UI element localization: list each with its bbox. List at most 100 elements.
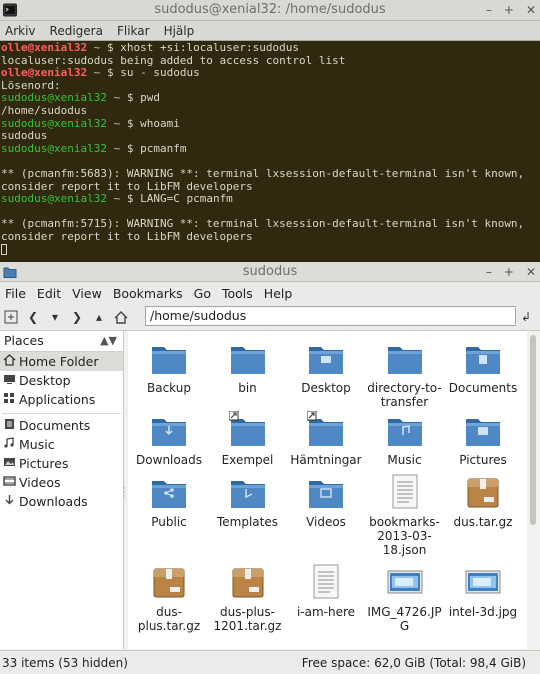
sidebar-item-label: Downloads (19, 494, 88, 509)
folder-icon (150, 411, 188, 449)
file-item-label: Music (387, 453, 422, 467)
file-item[interactable]: IMG_4726.JPG (366, 563, 444, 633)
prompt-command: su - sudodus (120, 66, 200, 80)
file-item-label: Downloads (136, 453, 202, 467)
up-icon[interactable]: ▴ (88, 306, 110, 328)
places-header-label: Places (4, 333, 44, 348)
file-item-label: Public (151, 515, 187, 529)
terminal-line: consider report it to LibFM developers (1, 229, 253, 243)
folder-icon (386, 411, 424, 449)
file-item-label: dus.tar.gz (453, 515, 513, 529)
menu-bookmarks[interactable]: Bookmarks (113, 286, 183, 301)
back-icon[interactable]: ❮ (22, 306, 44, 328)
folder-icon (306, 410, 345, 449)
go-icon[interactable]: ↲ (515, 306, 537, 328)
terminal-output[interactable]: olle@xenial32 ~ $ xhost +si:localuser:su… (0, 41, 540, 257)
file-view-scrollbar[interactable] (527, 331, 540, 649)
file-item[interactable]: Videos (287, 473, 365, 529)
menu-flikar[interactable]: Flikar (117, 24, 150, 38)
home-icon (3, 354, 16, 369)
file-item[interactable]: Music (366, 411, 444, 467)
path-input[interactable]: /home/sudodus (145, 306, 516, 326)
text-file-icon (386, 473, 424, 511)
file-item-label: IMG_4726.JPG (367, 605, 442, 633)
music-icon (3, 437, 16, 452)
file-view[interactable]: Backup bin Desktop directory-to-transfer Doc… (128, 331, 527, 649)
sidebar-item-home-folder[interactable]: Home Folder (0, 352, 123, 371)
prompt-command: whoami (140, 116, 180, 130)
file-item[interactable]: dus-plus-1201.tar.gz (209, 563, 287, 633)
sidebar-item-videos[interactable]: Videos (0, 473, 123, 492)
file-item-label: Templates (216, 515, 278, 529)
file-item[interactable]: Backup (130, 339, 208, 395)
sidebar-item-desktop[interactable]: Desktop (0, 371, 123, 390)
file-item-label: Documents (448, 381, 518, 395)
file-item[interactable]: Public (130, 473, 208, 529)
file-item[interactable]: directory-to-transfer (366, 339, 444, 409)
menu-file[interactable]: File (5, 286, 26, 301)
sidebar-item-documents[interactable]: Documents (0, 416, 123, 435)
file-item[interactable]: intel-3d.jpg (444, 563, 522, 619)
places-dropdown-icon[interactable]: ▲▼ (100, 331, 117, 351)
home-icon[interactable] (110, 306, 132, 328)
sidebar-item-music[interactable]: Music (0, 435, 123, 454)
sidebar-item-applications[interactable]: Applications (0, 390, 123, 409)
file-item-label: Backup (147, 381, 191, 395)
videos-icon (3, 475, 16, 490)
prompt-command: pcmanfm (140, 141, 187, 155)
file-item[interactable]: Hämtningar (287, 410, 365, 467)
scrollbar-thumb[interactable] (530, 335, 536, 525)
sidebar-item-downloads[interactable]: Downloads (0, 492, 123, 511)
menu-redigera[interactable]: Redigera (50, 24, 103, 38)
pictures-icon (3, 456, 16, 471)
fm-titlebar[interactable]: sudodus – + ✕ (0, 262, 540, 282)
file-item[interactable]: Downloads (130, 411, 208, 467)
file-item[interactable]: Documents (444, 339, 522, 395)
file-item[interactable]: Desktop (287, 339, 365, 395)
terminal-menubar: Arkiv Redigera Flikar Hjälp (0, 21, 540, 41)
maximize-icon[interactable]: + (504, 262, 514, 282)
desktop-icon (3, 373, 16, 388)
file-item[interactable]: i-am-here (287, 563, 365, 619)
prompt-path: ~ (93, 41, 101, 54)
file-item[interactable]: bin (209, 339, 287, 395)
file-item[interactable]: dus-plus.tar.gz (130, 563, 208, 633)
sidebar-item-label: Desktop (19, 373, 71, 388)
prompt-user: olle@xenial32 (1, 66, 88, 80)
menu-view[interactable]: View (72, 286, 102, 301)
terminal-line: sudodus@xenial32 ~ $ whoami (1, 116, 180, 130)
terminal-line: sudodus@xenial32 ~ $ pcmanfm (1, 141, 187, 155)
prompt-path: ~ (113, 91, 121, 105)
new-tab-icon[interactable] (0, 306, 22, 328)
file-item[interactable]: Exempel (209, 410, 287, 467)
prompt-command: LANG=C pcmanfm (140, 192, 233, 206)
fm-toolbar: ❮ ▾ ❯ ▴ /home/sudodus ↲ (0, 304, 540, 331)
file-item[interactable]: dus.tar.gz (444, 473, 522, 529)
maximize-icon[interactable]: + (504, 0, 514, 20)
history-dropdown-icon[interactable]: ▾ (44, 306, 66, 328)
places-header[interactable]: Places ▲▼ (0, 331, 123, 352)
menu-help[interactable]: Help (264, 286, 293, 301)
file-item-label: Pictures (459, 453, 507, 467)
folder-icon (464, 411, 502, 449)
sidebar-item-label: Documents (19, 418, 91, 433)
downloads-icon (3, 494, 16, 509)
close-icon[interactable]: ✕ (526, 262, 536, 282)
minimize-icon[interactable]: – (486, 262, 492, 282)
folder-icon (150, 339, 188, 377)
menu-edit[interactable]: Edit (37, 286, 61, 301)
terminal-titlebar[interactable]: sudodus@xenial32: /home/sudodus – + ✕ (0, 0, 540, 21)
file-item[interactable]: Templates (209, 473, 287, 529)
menu-arkiv[interactable]: Arkiv (5, 24, 36, 38)
minimize-icon[interactable]: – (486, 0, 492, 20)
forward-icon[interactable]: ❯ (66, 306, 88, 328)
file-item[interactable]: bookmarks-2013-03-18.json (366, 473, 444, 557)
file-item[interactable]: Pictures (444, 411, 522, 467)
menu-go[interactable]: Go (194, 286, 211, 301)
close-icon[interactable]: ✕ (526, 0, 536, 20)
prompt-command: pwd (140, 91, 160, 105)
menu-hjalp[interactable]: Hjälp (164, 24, 195, 38)
sidebar-item-pictures[interactable]: Pictures (0, 454, 123, 473)
menu-tools[interactable]: Tools (222, 286, 253, 301)
file-item-label: Hämtningar (290, 453, 362, 467)
